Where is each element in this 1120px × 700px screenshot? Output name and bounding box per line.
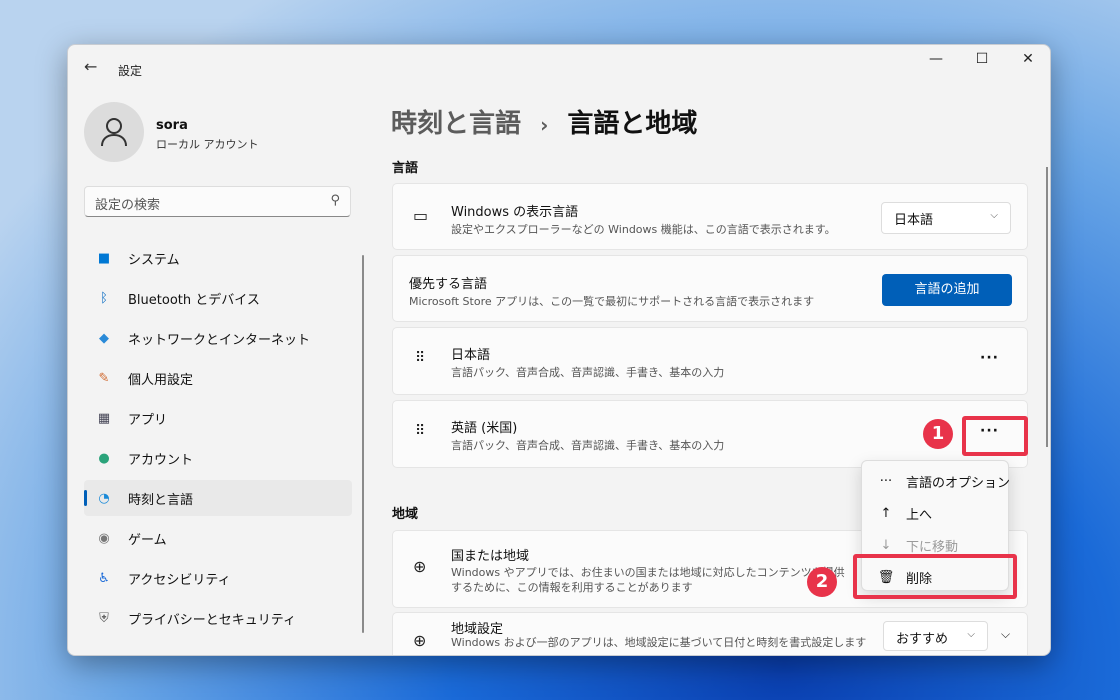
search-placeholder: 設定の検索: [95, 198, 161, 213]
dropdown-value: 日本語: [894, 213, 934, 228]
sidebar-icon: ⛨: [99, 610, 109, 626]
menu-item-label: 上へ: [906, 507, 933, 523]
page-title: 言語と地域: [567, 109, 698, 139]
sidebar-item-label: Bluetooth とデバイス: [128, 292, 260, 308]
preferred-language-title: 優先する言語: [409, 277, 488, 292]
search-input[interactable]: 設定の検索 ⚲: [84, 186, 351, 217]
sidebar-item[interactable]: ▦ アプリ: [84, 400, 352, 436]
person-icon: [101, 118, 127, 147]
sidebar-item-label: ゲーム: [128, 532, 167, 548]
menu-item-label: 下に移動: [906, 539, 959, 555]
breadcrumb-separator: ›: [540, 113, 549, 137]
sidebar-item-label: ネットワークとインターネット: [128, 332, 311, 348]
step-badge-2: 2: [807, 567, 837, 597]
sidebar-item-label: システム: [128, 252, 180, 268]
drag-handle-icon[interactable]: ⠿: [415, 423, 425, 439]
sidebar-item[interactable]: ᛒ Bluetooth とデバイス: [84, 280, 352, 316]
more-options-button[interactable]: ···: [980, 350, 999, 366]
preferred-language-subtitle: Microsoft Store アプリは、この一覧で最初にサポートされる言語で表…: [409, 295, 815, 308]
highlight-box-more: [962, 416, 1028, 456]
sidebar-scrollbar[interactable]: [362, 255, 364, 633]
country-title: 国または地域: [451, 549, 530, 564]
format-dropdown[interactable]: おすすめ ⌵: [883, 621, 988, 651]
language-name: 日本語: [451, 348, 491, 363]
chevron-down-icon: ⌵: [967, 629, 975, 640]
sidebar-item[interactable]: ♿ アクセシビリティ: [84, 560, 352, 596]
language-name: 英語 (米国): [451, 421, 518, 436]
dropdown-value: おすすめ: [896, 632, 949, 647]
menu-item[interactable]: ··· 言語のオプション: [862, 466, 1010, 496]
language-features: 言語パック、音声合成、音声認識、手書き、基本の入力: [451, 439, 725, 452]
display-language-title: Windows の表示言語: [451, 205, 579, 220]
sidebar-item-label: アプリ: [128, 412, 168, 428]
menu-item-icon: ···: [879, 473, 893, 489]
minimize-button[interactable]: —: [916, 51, 956, 67]
globe-icon: ⊕: [413, 557, 427, 576]
sidebar-item-label: アクセシビリティ: [128, 572, 231, 588]
sidebar-item-label: 個人用設定: [128, 372, 194, 388]
highlight-box-delete: [853, 554, 1017, 599]
display-language-subtitle: 設定やエクスプローラーなどの Windows 機能は、この言語で表示されます。: [451, 223, 836, 236]
user-name: sora: [156, 118, 188, 133]
sidebar-item[interactable]: ◔ 時刻と言語: [84, 480, 352, 516]
sidebar-item[interactable]: ● アカウント: [84, 440, 352, 476]
monitor-icon: ▭: [413, 206, 429, 225]
search-icon: ⚲: [330, 193, 340, 208]
section-heading-region: 地域: [392, 507, 419, 522]
sidebar-icon: ◉: [98, 530, 110, 546]
sidebar-icon: ●: [98, 450, 110, 466]
display-language-dropdown[interactable]: 日本語 ⌵: [881, 202, 1011, 234]
sidebar-icon: ■: [97, 250, 111, 266]
sidebar-icon: ᛒ: [100, 290, 108, 306]
sidebar-item[interactable]: ◆ ネットワークとインターネット: [84, 320, 352, 356]
format-title: 地域設定: [451, 622, 504, 637]
breadcrumb-parent[interactable]: 時刻と言語: [391, 109, 521, 139]
format-subtitle: Windows および一部のアプリは、地域設定に基づいて日付と時刻を書式設定しま…: [451, 636, 867, 649]
sidebar-icon: ◔: [98, 490, 110, 506]
close-button[interactable]: ✕: [1008, 51, 1048, 67]
step-badge-1: 1: [923, 419, 953, 449]
sidebar-item-label: アカウント: [128, 452, 194, 468]
add-language-button[interactable]: 言語の追加: [882, 274, 1012, 306]
menu-item-icon: ↓: [880, 537, 892, 553]
regional-format-card: ⊕ 地域設定 Windows および一部のアプリは、地域設定に基づいて日付と時刻…: [392, 612, 1028, 655]
avatar[interactable]: [84, 102, 144, 162]
drag-handle-icon[interactable]: ⠿: [415, 350, 425, 366]
sidebar-icon: ▦: [97, 410, 111, 426]
sidebar-item-label: 時刻と言語: [128, 492, 194, 508]
content-scrollbar[interactable]: [1046, 167, 1048, 447]
back-arrow-icon[interactable]: ←: [84, 57, 97, 76]
sidebar-item[interactable]: ■ システム: [84, 240, 352, 276]
display-language-card: ▭ Windows の表示言語 設定やエクスプローラーなどの Windows 機…: [392, 183, 1028, 250]
menu-item-icon: ↑: [880, 505, 892, 521]
menu-item-label: 言語のオプション: [906, 475, 1011, 491]
sidebar-item-label: プライバシーとセキュリティ: [128, 612, 296, 628]
country-subtitle: Windows やアプリでは、お住まいの国または地域に対応したコンテンツを提供す…: [451, 566, 845, 594]
language-features: 言語パック、音声合成、音声認識、手書き、基本の入力: [451, 366, 725, 379]
preferred-language-card: 優先する言語 Microsoft Store アプリは、この一覧で最初にサポート…: [392, 255, 1028, 322]
window-title: 設定: [118, 64, 143, 78]
sidebar-icon: ✎: [98, 370, 110, 386]
chevron-down-icon: ⌵: [990, 210, 998, 221]
language-item[interactable]: ⠿ 日本語 言語パック、音声合成、音声認識、手書き、基本の入力 ···: [392, 327, 1028, 395]
sidebar-item[interactable]: ⛨ プライバシーとセキュリティ: [84, 600, 352, 636]
globe-language-icon: ⊕: [413, 631, 427, 650]
breadcrumb: 時刻と言語 › 言語と地域: [391, 103, 697, 140]
maximize-button[interactable]: ☐: [962, 51, 1002, 67]
sidebar-icon: ◆: [99, 330, 109, 346]
account-type: ローカル アカウント: [156, 138, 259, 151]
menu-item[interactable]: ↑ 上へ: [862, 498, 1010, 528]
sidebar-icon: ♿: [98, 570, 110, 586]
expand-chevron-icon[interactable]: ⌵: [1001, 627, 1010, 642]
sidebar-item[interactable]: ◉ ゲーム: [84, 520, 352, 556]
sidebar-item[interactable]: ✎ 個人用設定: [84, 360, 352, 396]
section-heading-language: 言語: [392, 161, 419, 176]
